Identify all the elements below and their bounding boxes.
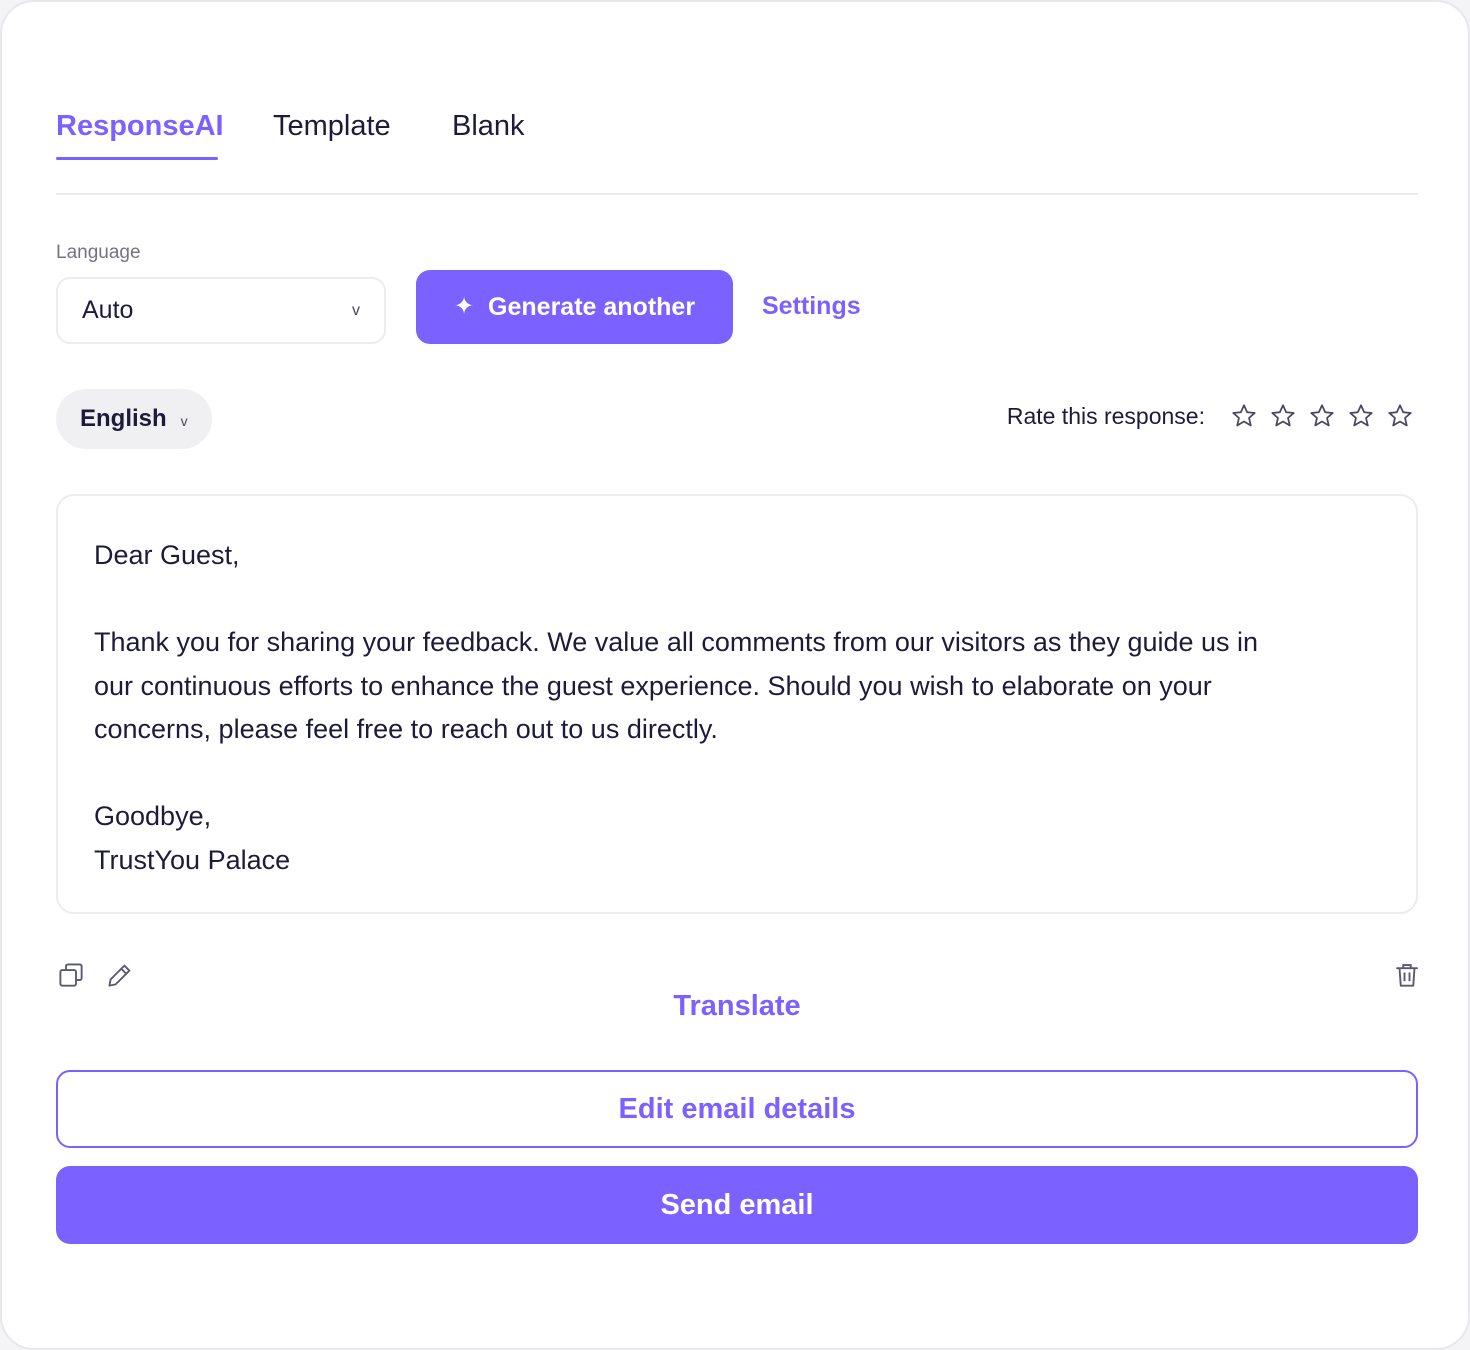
send-email-button[interactable]: Send email xyxy=(56,1166,1418,1244)
edit-email-details-button[interactable]: Edit email details xyxy=(56,1070,1418,1148)
output-language-value: English xyxy=(80,405,167,432)
copy-icon[interactable] xyxy=(56,960,86,990)
translate-link[interactable]: Translate xyxy=(673,990,800,1022)
tab-responseai[interactable]: ResponseAI xyxy=(56,108,224,160)
trash-icon[interactable] xyxy=(1392,960,1422,990)
pencil-icon[interactable] xyxy=(105,960,135,990)
language-select-value: Auto xyxy=(82,296,134,324)
tab-blank[interactable]: Blank xyxy=(452,108,532,160)
sparkle-icon: ✦ xyxy=(453,293,475,320)
chevron-down-icon: v xyxy=(180,413,188,429)
settings-link[interactable]: Settings xyxy=(762,292,861,321)
star-icon-4[interactable] xyxy=(1347,402,1375,430)
response-panel: ResponseAI Template Blank Language Auto … xyxy=(0,0,1470,1350)
language-select[interactable]: Auto v xyxy=(56,277,386,344)
star-icon-3[interactable] xyxy=(1308,402,1336,430)
response-closing: Goodbye, xyxy=(94,801,212,831)
tab-template[interactable]: Template xyxy=(273,108,398,160)
chevron-down-icon: v xyxy=(352,301,360,319)
generate-another-button[interactable]: ✦ Generate another xyxy=(416,270,733,344)
star-icon-5[interactable] xyxy=(1386,402,1414,430)
translate-row: Translate xyxy=(2,990,1470,1023)
rating-label: Rate this response: xyxy=(1006,402,1205,429)
output-language-dropdown[interactable]: English v xyxy=(56,389,212,449)
generate-another-label: Generate another xyxy=(488,292,696,321)
rating-control: Rate this response: xyxy=(1007,402,1414,430)
tabs-divider xyxy=(56,193,1418,195)
response-signature: TrustYou Palace xyxy=(94,844,291,875)
response-body: Thank you for sharing your feedback. We … xyxy=(94,627,1266,744)
response-text-area[interactable]: Dear Guest, Thank you for sharing your f… xyxy=(56,494,1418,914)
star-icon-1[interactable] xyxy=(1230,402,1258,430)
language-label: Language xyxy=(56,242,141,263)
tab-bar: ResponseAI Template Blank xyxy=(56,108,532,160)
response-greeting: Dear Guest, xyxy=(94,540,240,570)
star-icon-2[interactable] xyxy=(1269,402,1297,430)
